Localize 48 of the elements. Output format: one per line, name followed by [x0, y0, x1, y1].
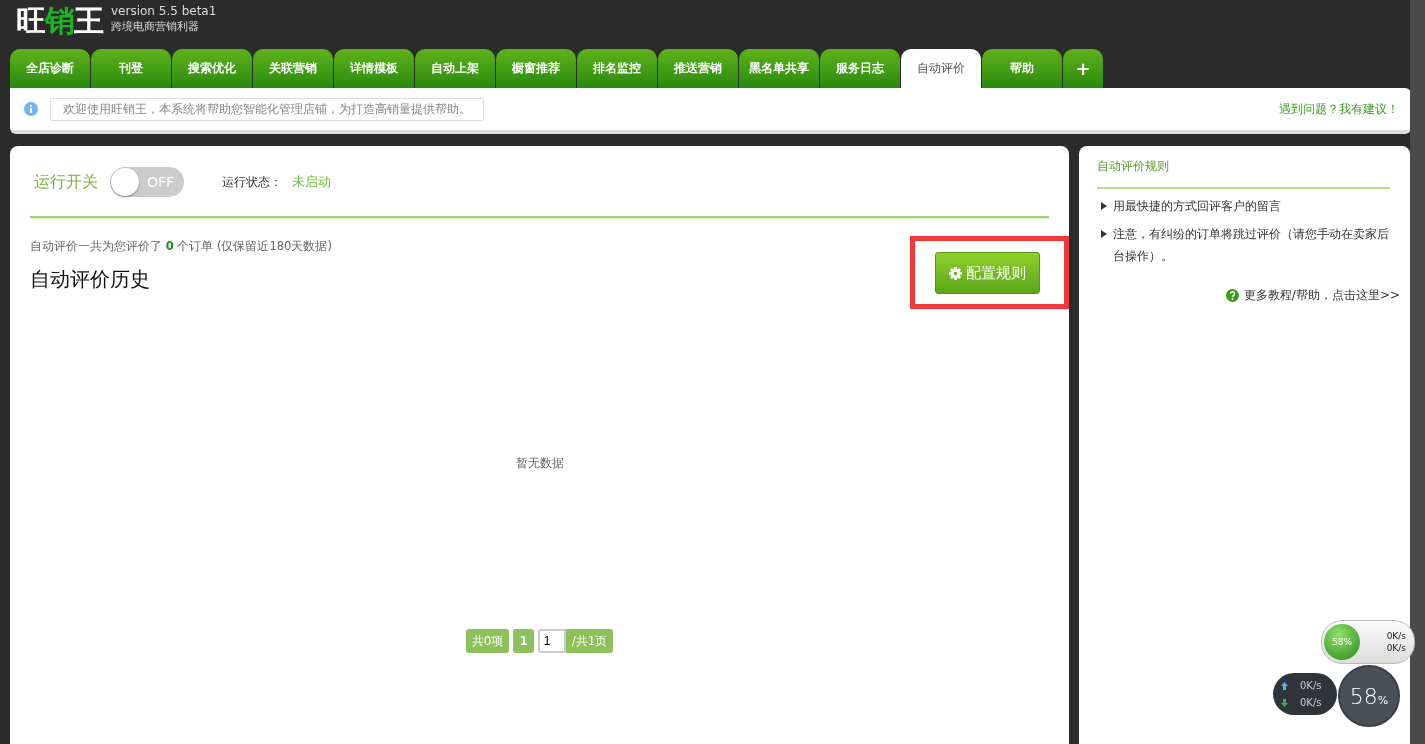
help-icon	[1225, 289, 1239, 302]
nav-tab[interactable]: 黑名单共享	[739, 49, 819, 88]
nav-tab[interactable]: 自动评价	[901, 49, 981, 88]
nav-tab[interactable]: 全店诊断	[10, 49, 90, 88]
nav-tab[interactable]: 自动上架	[415, 49, 495, 88]
nav-tab[interactable]: 搜索优化	[172, 49, 252, 88]
rule-text: 注意，有纠纷的订单将跳过评价（请您手动在卖家后台操作）。	[1113, 226, 1391, 265]
bullet-icon	[1101, 230, 1108, 238]
gear-icon	[949, 266, 963, 280]
status-value: 未启动	[292, 173, 331, 191]
page-count: /共1页	[565, 629, 614, 653]
usage-percent: 58%	[1324, 624, 1360, 660]
nav-tab[interactable]: 刊登	[91, 49, 171, 88]
nav-tab[interactable]: 排名监控	[577, 49, 657, 88]
add-tab[interactable]: +	[1063, 49, 1103, 88]
help-link[interactable]: 更多教程/帮助，点击这里>>	[1225, 287, 1400, 304]
notice-message: 欢迎使用旺销王，本系统将帮助您智能化管理店铺，为打造高销量提供帮助。	[50, 97, 484, 121]
nav-tab[interactable]: 帮助	[982, 49, 1062, 88]
rule-text: 用最快捷的方式回评客户的留言	[1113, 198, 1282, 215]
nav-tab[interactable]: 服务日志	[820, 49, 900, 88]
speed-widget[interactable]: 58% 0K/s 0K/s	[1321, 620, 1415, 664]
page-input[interactable]: 1	[537, 629, 566, 653]
summary-text: 自动评价一共为您评价了 0 个订单 (仅保留近180天数据)	[30, 239, 333, 254]
feedback-link[interactable]: 遇到问题？我有建议！	[1279, 101, 1399, 117]
upload-speed: 0K/s	[1300, 680, 1322, 691]
status-label: 运行状态：	[222, 173, 282, 191]
download-speed: 0K/s	[1300, 697, 1322, 708]
nav-tab[interactable]: 推送营销	[658, 49, 738, 88]
page-number[interactable]: 1	[513, 629, 534, 653]
bullet-icon	[1101, 202, 1108, 210]
upload-speed: 0K/s	[1386, 631, 1406, 641]
side-title: 自动评价规则	[1097, 158, 1390, 189]
nav-tab[interactable]: 关联营销	[253, 49, 333, 88]
switch-label: 运行开关	[34, 171, 98, 193]
upload-arrow-icon	[1281, 681, 1288, 690]
nav-tab[interactable]: 详情模板	[334, 49, 414, 88]
download-speed: 0K/s	[1386, 643, 1406, 653]
scrollbar[interactable]	[1410, 0, 1425, 744]
config-button[interactable]: 配置规则	[935, 252, 1041, 294]
history-title: 自动评价历史	[30, 266, 150, 293]
slogan: 跨境电商营销利器	[111, 19, 200, 34]
logo: 旺销王	[16, 4, 103, 38]
download-arrow-icon	[1281, 698, 1288, 707]
version-text: version 5.5 beta1	[111, 4, 217, 19]
info-icon	[24, 102, 38, 116]
empty-message: 暂无数据	[514, 455, 565, 472]
nav-tab[interactable]: 橱窗推荐	[496, 49, 576, 88]
total-count: 共0项	[465, 629, 510, 653]
